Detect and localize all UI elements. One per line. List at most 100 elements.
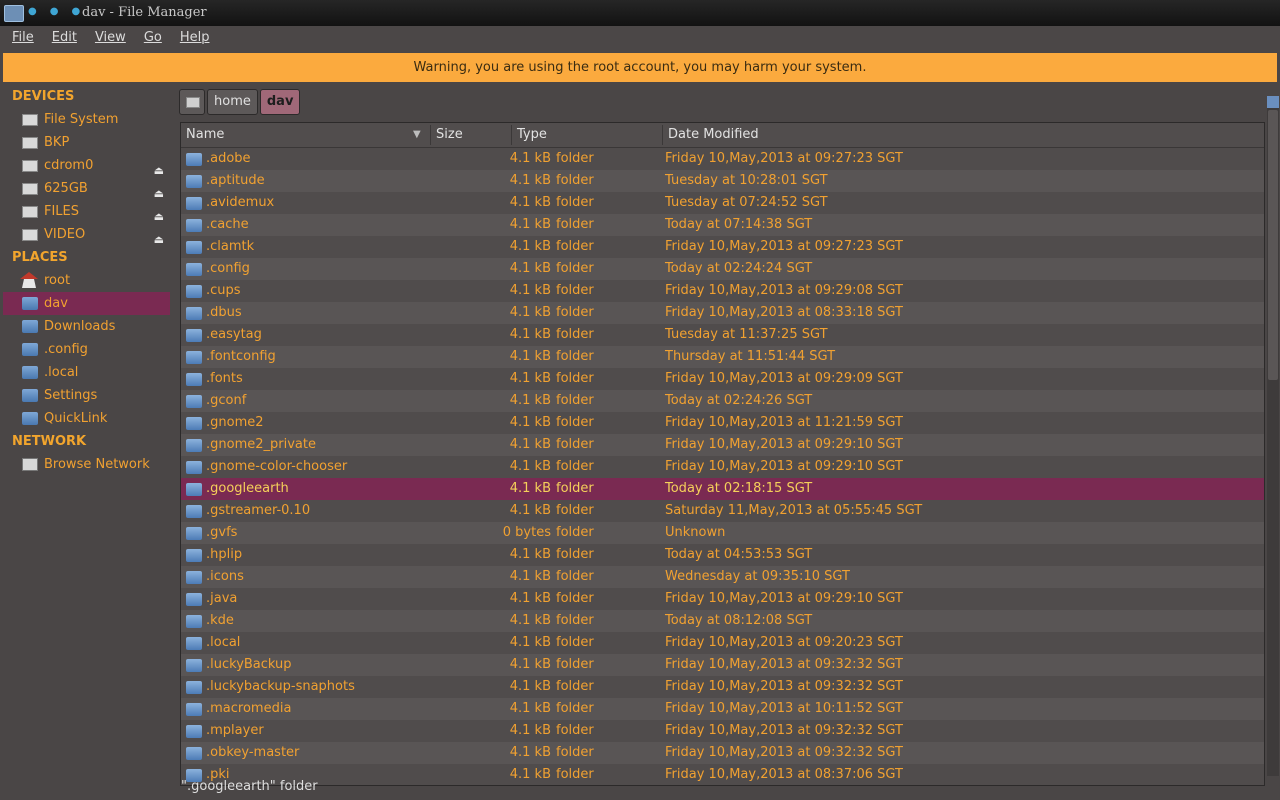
folder-icon (186, 637, 202, 650)
table-row[interactable]: .adobe 4.1 kB folder Friday 10,May,2013 at … (181, 148, 1264, 170)
cell-date: Saturday 11,May,2013 at 05:55:45 SGT (665, 503, 923, 518)
cell-name: .hplip (206, 547, 243, 562)
sidebar-item-label: 625GB (44, 181, 88, 196)
sidebar-item-label: cdrom0 (44, 158, 94, 173)
file-list[interactable]: Name ▼ Size Type Date Modified .adobe 4.1… (180, 122, 1265, 786)
menu-edit[interactable]: Edit (46, 26, 83, 49)
cell-type: folder (556, 437, 594, 452)
cell-date: Friday 10,May,2013 at 09:29:10 SGT (665, 591, 903, 606)
folder-icon (186, 483, 202, 496)
sidebar-item[interactable]: dav (3, 292, 170, 315)
cell-name: .cache (206, 217, 249, 232)
sidebar-item[interactable]: BKP (3, 131, 170, 154)
sidebar-item[interactable]: Browse Network (3, 453, 170, 476)
table-row[interactable]: .gstreamer-0.10 4.1 kB folder Saturday 11,M… (181, 500, 1264, 522)
cell-name: .aptitude (206, 173, 265, 188)
scroll-up-button[interactable] (1267, 96, 1279, 108)
table-row[interactable]: .easytag 4.1 kB folder Tuesday at 11:37:25 … (181, 324, 1264, 346)
sidebar-item[interactable]: VIDEO ⏏ (3, 223, 170, 246)
cell-name: .config (206, 261, 250, 276)
table-row[interactable]: .kde 4.1 kB folder Today at 08:12:08 SGT (181, 610, 1264, 632)
sidebar-item[interactable]: root (3, 269, 170, 292)
table-row[interactable]: .luckyBackup 4.1 kB folder Friday 10,May,20… (181, 654, 1264, 676)
sidebar-item[interactable]: .local (3, 361, 170, 384)
eject-icon[interactable]: ⏏ (154, 228, 164, 251)
sidebar-item-label: .config (44, 342, 88, 357)
sidebar-item[interactable]: .config (3, 338, 170, 361)
table-row[interactable]: .googleearth 4.1 kB folder Today at 02:18:1… (181, 478, 1264, 500)
table-row[interactable]: .avidemux 4.1 kB folder Tuesday at 07:24:52… (181, 192, 1264, 214)
folder-icon (186, 439, 202, 452)
menu-view[interactable]: View (89, 26, 132, 49)
column-name[interactable]: Name (186, 127, 224, 142)
sidebar-item[interactable]: Downloads (3, 315, 170, 338)
folder-icon (22, 297, 38, 310)
table-row[interactable]: .cache 4.1 kB folder Today at 07:14:38 SGT (181, 214, 1264, 236)
table-row[interactable]: .luckybackup-snaphots 4.1 kB folder Friday … (181, 676, 1264, 698)
table-row[interactable]: .gnome-color-chooser 4.1 kB folder Friday 1… (181, 456, 1264, 478)
table-row[interactable]: .gnome2_private 4.1 kB folder Friday 10,May… (181, 434, 1264, 456)
column-type[interactable]: Type (517, 127, 547, 142)
cell-type: folder (556, 173, 594, 188)
table-row[interactable]: .gconf 4.1 kB folder Today at 02:24:26 SGT (181, 390, 1264, 412)
cell-name: .avidemux (206, 195, 275, 210)
sort-chevron-down-icon[interactable]: ▼ (413, 129, 421, 140)
table-row[interactable]: .fonts 4.1 kB folder Friday 10,May,2013 at … (181, 368, 1264, 390)
title-bar[interactable]: ●●● dav - File Manager (0, 0, 1280, 26)
column-date-modified[interactable]: Date Modified (668, 127, 759, 142)
folder-icon (186, 263, 202, 276)
cell-size: 4.1 kB (509, 195, 551, 210)
cell-size: 4.1 kB (509, 305, 551, 320)
table-row[interactable]: .obkey-master 4.1 kB folder Friday 10,May,2… (181, 742, 1264, 764)
filesystem-root-button[interactable] (179, 89, 205, 115)
column-size[interactable]: Size (436, 127, 463, 142)
sidebar-item[interactable]: QuickLink (3, 407, 170, 430)
table-row[interactable]: .pki 4.1 kB folder Friday 10,May,2013 at 08… (181, 764, 1264, 785)
cell-date: Unknown (665, 525, 726, 540)
cell-name: .cups (206, 283, 241, 298)
path-dav-button[interactable]: dav (259, 89, 301, 115)
table-row[interactable]: .macromedia 4.1 kB folder Friday 10,May,201… (181, 698, 1264, 720)
sidebar-item[interactable]: Settings (3, 384, 170, 407)
cell-date: Today at 02:24:24 SGT (665, 261, 813, 276)
path-home-button[interactable]: home (207, 89, 258, 115)
scroll-thumb[interactable] (1268, 110, 1278, 380)
drive-icon (22, 206, 38, 218)
table-row[interactable]: .mplayer 4.1 kB folder Friday 10,May,2013 a… (181, 720, 1264, 742)
cell-date: Friday 10,May,2013 at 09:29:10 SGT (665, 459, 903, 474)
table-row[interactable]: .aptitude 4.1 kB folder Tuesday at 10:28:01… (181, 170, 1264, 192)
menu-go[interactable]: Go (138, 26, 168, 49)
menu-help[interactable]: Help (174, 26, 216, 49)
table-row[interactable]: .icons 4.1 kB folder Wednesday at 09:35:10 … (181, 566, 1264, 588)
cell-size: 4.1 kB (509, 569, 551, 584)
home-icon (20, 272, 38, 288)
table-row[interactable]: .clamtk 4.1 kB folder Friday 10,May,2013 at… (181, 236, 1264, 258)
folder-icon (186, 241, 202, 254)
vertical-scrollbar[interactable] (1267, 96, 1279, 776)
sidebar-item[interactable]: cdrom0 ⏏ (3, 154, 170, 177)
table-row[interactable]: .hplip 4.1 kB folder Today at 04:53:53 SGT (181, 544, 1264, 566)
cell-name: .gnome2 (206, 415, 264, 430)
column-header: Name ▼ Size Type Date Modified (181, 123, 1264, 148)
sidebar-item[interactable]: File System (3, 108, 170, 131)
cell-size: 4.1 kB (509, 283, 551, 298)
table-row[interactable]: .gnome2 4.1 kB folder Friday 10,May,2013 at… (181, 412, 1264, 434)
table-row[interactable]: .config 4.1 kB folder Today at 02:24:24 SGT (181, 258, 1264, 280)
table-row[interactable]: .dbus 4.1 kB folder Friday 10,May,2013 at 0… (181, 302, 1264, 324)
sidebar-item[interactable]: 625GB ⏏ (3, 177, 170, 200)
drive-icon (22, 137, 38, 149)
table-row[interactable]: .fontconfig 4.1 kB folder Thursday at 11:51… (181, 346, 1264, 368)
table-row[interactable]: .cups 4.1 kB folder Friday 10,May,2013 at 0… (181, 280, 1264, 302)
file-manager-icon (4, 5, 24, 22)
table-row[interactable]: .local 4.1 kB folder Friday 10,May,2013 at … (181, 632, 1264, 654)
cell-name: .gnome2_private (206, 437, 316, 452)
cell-type: folder (556, 327, 594, 342)
folder-icon (186, 659, 202, 672)
table-row[interactable]: .gvfs 0 bytes folder Unknown (181, 522, 1264, 544)
sidebar-item[interactable]: FILES ⏏ (3, 200, 170, 223)
menu-bar: File Edit View Go Help (0, 26, 1280, 52)
cell-date: Friday 10,May,2013 at 09:32:32 SGT (665, 679, 903, 694)
table-row[interactable]: .java 4.1 kB folder Friday 10,May,2013 at 0… (181, 588, 1264, 610)
menu-file[interactable]: File (6, 26, 40, 49)
cell-type: folder (556, 613, 594, 628)
